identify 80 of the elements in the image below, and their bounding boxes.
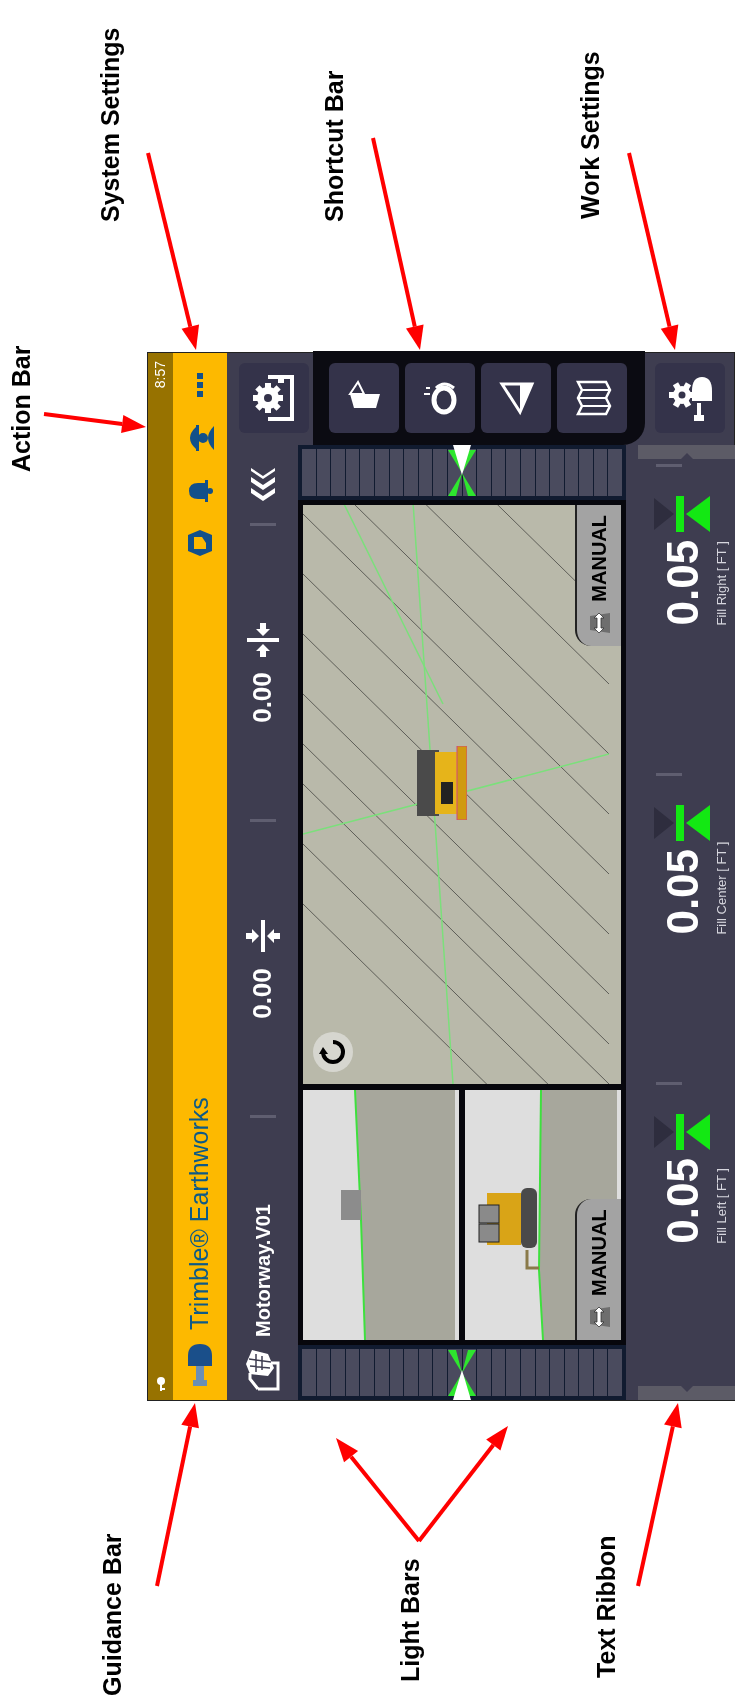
fill-value: 0.05 bbox=[659, 848, 707, 935]
shovel-logo-icon bbox=[185, 1342, 215, 1388]
light-segment bbox=[404, 1349, 418, 1396]
light-segment bbox=[535, 1349, 550, 1396]
system-settings-button[interactable] bbox=[239, 363, 309, 433]
callout-label: Action Bar bbox=[6, 345, 36, 472]
ribbon-handle[interactable] bbox=[638, 1386, 735, 1400]
light-segment bbox=[404, 449, 418, 496]
shortcut-button[interactable] bbox=[329, 363, 399, 433]
design-file-icon bbox=[243, 1348, 282, 1392]
work-settings-button[interactable] bbox=[655, 363, 725, 433]
light-segment bbox=[316, 1349, 331, 1396]
light-segment bbox=[345, 449, 360, 496]
light-segment bbox=[520, 1349, 535, 1396]
light-segment bbox=[331, 1349, 345, 1396]
light-segment bbox=[491, 449, 506, 496]
light-segment bbox=[433, 1349, 447, 1396]
light-segment bbox=[477, 1349, 491, 1396]
callout-label: System Settings bbox=[95, 27, 125, 222]
light-segment bbox=[506, 1349, 520, 1396]
layers-icon[interactable] bbox=[248, 467, 277, 503]
bell-icon[interactable] bbox=[187, 479, 213, 503]
light-segment bbox=[579, 449, 593, 496]
light-segment bbox=[374, 449, 389, 496]
fill-value: 0.05 bbox=[659, 539, 707, 626]
light-segment bbox=[593, 1349, 608, 1396]
light-segment bbox=[360, 449, 374, 496]
callout-label: Shortcut Bar bbox=[319, 70, 349, 222]
rotate-icon bbox=[319, 1038, 347, 1066]
callout-label: Text Ribbon bbox=[591, 1535, 621, 1678]
shortcut-button[interactable] bbox=[481, 363, 551, 433]
light-segment bbox=[302, 449, 316, 496]
light-segment bbox=[316, 449, 331, 496]
light-segment bbox=[520, 449, 535, 496]
light-segment bbox=[550, 1349, 564, 1396]
light-segment bbox=[360, 1349, 374, 1396]
settings-icon bbox=[252, 373, 296, 423]
light-segment bbox=[418, 1349, 433, 1396]
shortcut-button[interactable] bbox=[405, 363, 475, 433]
light-segment bbox=[389, 1349, 404, 1396]
light-segment bbox=[345, 1349, 360, 1396]
hexagon-icon[interactable] bbox=[187, 529, 213, 557]
light-segment bbox=[564, 1349, 579, 1396]
ribbon-handle[interactable] bbox=[638, 445, 735, 459]
callout-label: Light Bars bbox=[395, 1558, 425, 1682]
light-segment bbox=[331, 449, 345, 496]
light-segment bbox=[593, 449, 608, 496]
more-icon[interactable] bbox=[196, 373, 204, 397]
design-name: Motorway.V01 bbox=[250, 1204, 275, 1337]
light-segment bbox=[608, 449, 623, 496]
rotate-button[interactable] bbox=[313, 1032, 353, 1072]
callout-label: Work Settings bbox=[575, 51, 605, 219]
fill-value: 0.05 bbox=[659, 1158, 707, 1244]
fill-label: Fill Center [ FT ] bbox=[714, 841, 730, 935]
light-segment bbox=[564, 449, 579, 496]
callout-label: Guidance Bar bbox=[97, 1533, 127, 1696]
fill-label: Fill Right [ FT ] bbox=[714, 541, 730, 626]
light-segment bbox=[608, 1349, 623, 1396]
light-segment bbox=[389, 449, 404, 496]
mode-tab[interactable]: MANUAL bbox=[575, 1199, 621, 1340]
shortcut-button[interactable] bbox=[557, 363, 627, 433]
light-segment bbox=[535, 449, 550, 496]
vertical-offset-icon bbox=[244, 918, 281, 955]
offset-value: 0.00 bbox=[246, 672, 278, 723]
light-segment bbox=[418, 449, 433, 496]
clock-time: 8:57 bbox=[151, 361, 169, 389]
mode-tab[interactable]: MANUAL bbox=[575, 505, 621, 646]
light-segment bbox=[374, 1349, 389, 1396]
key-icon bbox=[155, 1376, 166, 1392]
light-segment bbox=[550, 449, 564, 496]
light-segment bbox=[433, 449, 447, 496]
fill-label: Fill Left [ FT ] bbox=[714, 1168, 730, 1244]
offset-value: 0.00 bbox=[246, 968, 278, 1019]
light-segment bbox=[579, 1349, 593, 1396]
light-segment bbox=[491, 1349, 506, 1396]
light-segment bbox=[302, 1349, 316, 1396]
app-title: Trimble® Earthworks bbox=[184, 1097, 215, 1330]
light-segment bbox=[477, 449, 491, 496]
light-segment bbox=[506, 449, 520, 496]
horizontal-offset-icon bbox=[244, 622, 281, 659]
